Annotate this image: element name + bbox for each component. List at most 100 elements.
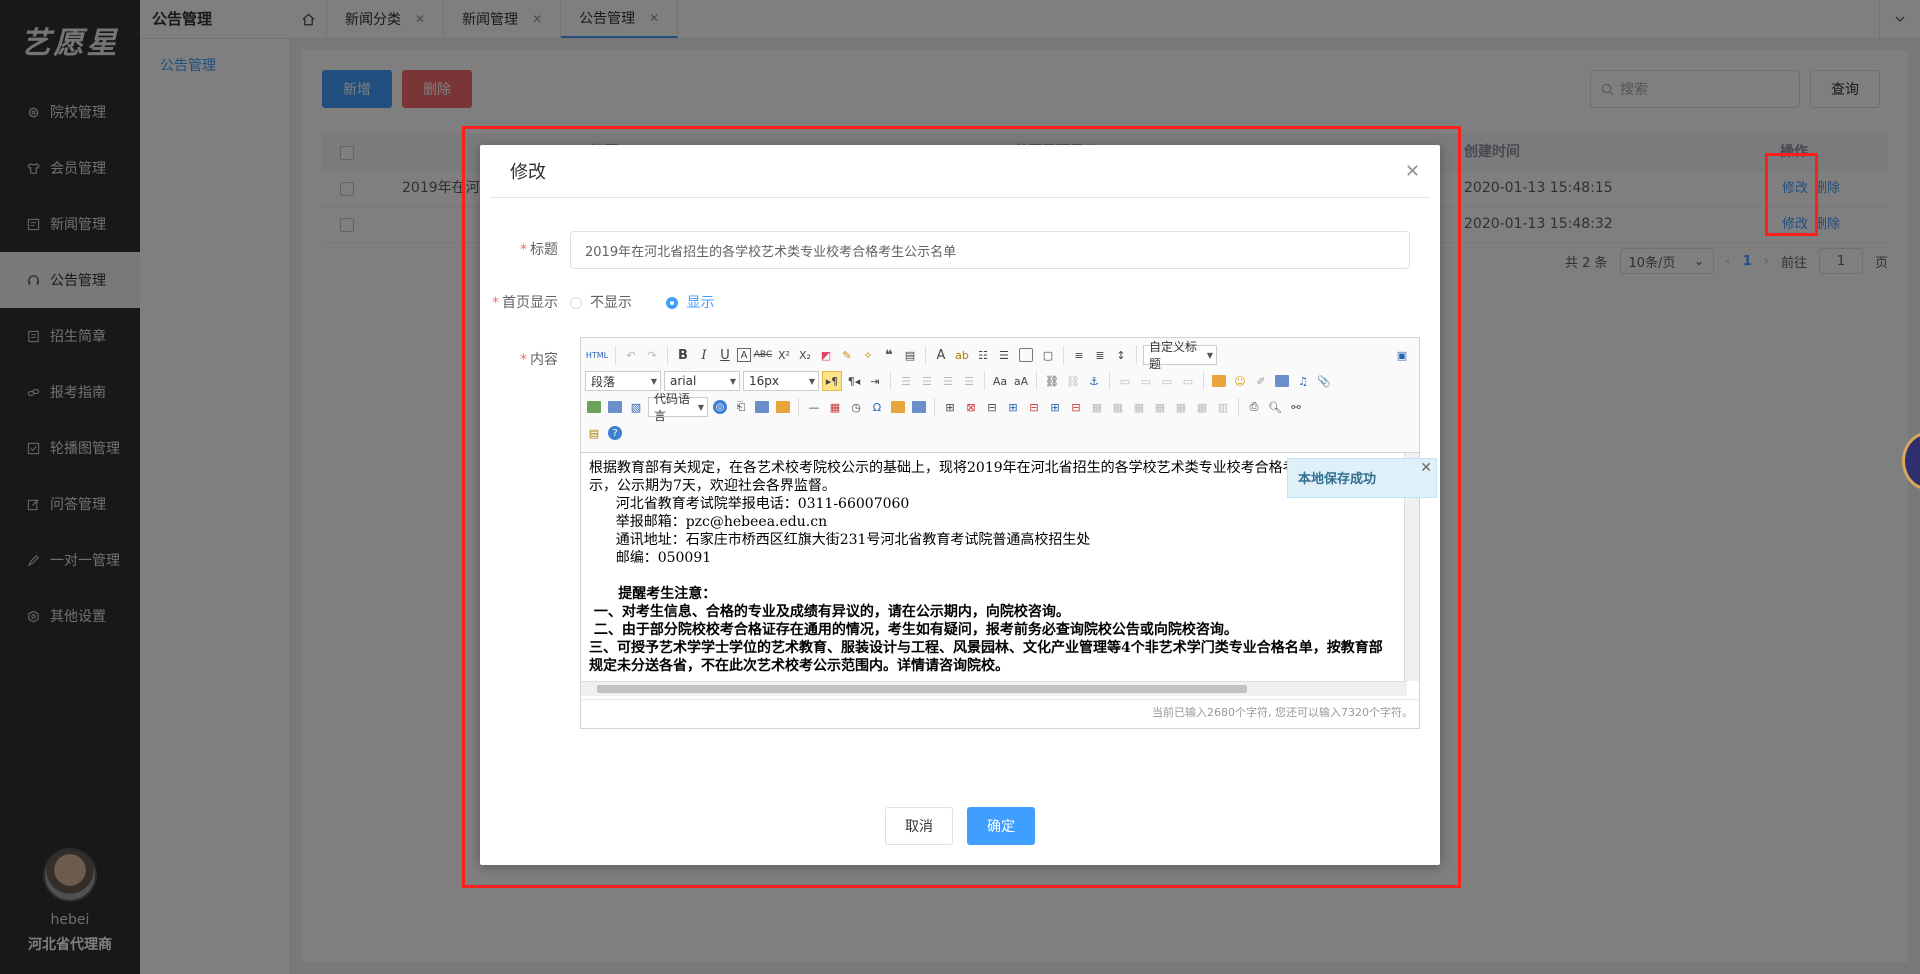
template-icon[interactable] [755,401,769,413]
fullscreen-icon[interactable]: ▣ [1393,346,1411,364]
font-family-select[interactable]: arial ▼ [664,371,740,391]
rtl-icon[interactable]: ¶◂ [845,372,863,390]
image-icon[interactable] [1212,375,1226,387]
paragraph-select[interactable]: 段落 ▼ [585,371,661,391]
radio-hide[interactable]: 不显示 [570,293,632,313]
attachment-icon[interactable]: 📎 [1315,372,1333,390]
link-icon[interactable]: ⛓ [1043,372,1061,390]
title-input-value: 2019年在河北省招生的各学校艺术类专业校考合格考生公示名单 [585,244,957,260]
strikethrough-icon[interactable]: ABC [754,346,772,364]
font-border-icon[interactable]: A [737,348,751,362]
subscript-icon[interactable]: X₂ [796,346,814,364]
image-right-icon[interactable]: ▭ [1158,372,1176,390]
font-size-select[interactable]: 16px ▼ [743,371,819,391]
confirm-button[interactable]: 确定 [967,807,1035,845]
help-icon[interactable]: ? [608,426,622,440]
indent-icon[interactable]: ⇥ [866,372,884,390]
draft-icon[interactable]: ▤ [585,424,603,442]
image-center-icon[interactable]: ▭ [1179,372,1197,390]
editor-content[interactable]: 根据教育部有关规定，在各艺术校考院校公示的基础上，现将2019年在河北省招生的各… [581,453,1397,681]
horizontal-rule-icon[interactable]: — [805,398,823,416]
merge-down-icon[interactable]: ▦ [1130,398,1148,416]
close-icon[interactable]: ✕ [1405,161,1430,182]
ordered-list-icon[interactable]: ☷ [974,346,992,364]
select-value: arial [670,374,697,388]
blockquote-icon[interactable]: ❝ [880,346,898,364]
page-break-icon[interactable]: ⎗ [732,398,750,416]
split-cells-icon[interactable]: ▦ [1151,398,1169,416]
insert-frame-icon[interactable]: ▧ [627,398,645,416]
unordered-list-icon[interactable]: ☰ [995,346,1013,364]
background-icon[interactable] [776,401,790,413]
map-icon[interactable] [587,401,601,413]
align-left-icon[interactable]: ☰ [897,372,915,390]
date-icon[interactable]: ▦ [826,398,844,416]
unlink-icon[interactable]: ⛓ [1064,372,1082,390]
align-center-icon[interactable]: ☰ [918,372,936,390]
horizontal-scrollbar[interactable] [581,681,1407,696]
time-icon[interactable]: ◷ [847,398,865,416]
row-spacing-bottom-icon[interactable]: ≣ [1091,346,1109,364]
ltr-icon[interactable]: ▸¶ [822,371,842,391]
lowercase-icon[interactable]: aA [1012,372,1030,390]
insert-row-icon[interactable]: ⊞ [1004,398,1022,416]
format-brush-icon[interactable]: ✎ [838,346,856,364]
line-height-icon[interactable]: ↕ [1112,346,1130,364]
insert-table-icon[interactable]: ⊞ [941,398,959,416]
video-icon[interactable] [1275,375,1289,387]
webapp-icon[interactable]: ◎ [713,400,727,414]
uppercase-icon[interactable]: Aa [991,372,1009,390]
preview-icon[interactable]: 🔍︎ [1266,398,1284,416]
underline-icon[interactable]: U [716,346,734,364]
redo-icon[interactable]: ↷ [643,346,661,364]
title-input[interactable]: 2019年在河北省招生的各学校艺术类专业校考合格考生公示名单 [570,231,1410,269]
eraser-icon[interactable]: ◩ [817,346,835,364]
edit-tip-icon[interactable] [912,401,926,413]
align-right-icon[interactable]: ☰ [939,372,957,390]
special-char-icon[interactable]: Ω [868,398,886,416]
delete-row-icon[interactable]: ⊟ [1025,398,1043,416]
delete-table-icon[interactable]: ⊠ [962,398,980,416]
image-left-icon[interactable]: ▭ [1137,372,1155,390]
scrawl-icon[interactable]: ✐ [1252,372,1270,390]
gmap-icon[interactable] [608,401,622,413]
music-icon[interactable]: ♫ [1294,372,1312,390]
auto-format-icon[interactable]: ✧ [859,346,877,364]
italic-icon[interactable]: I [695,346,713,364]
delete-col-icon[interactable]: ⊟ [1067,398,1085,416]
edit-links-highlight-box [1765,153,1818,236]
html-source-button[interactable]: HTML [585,346,609,364]
close-icon[interactable]: ✕ [1420,460,1432,476]
scrollbar-thumb[interactable] [597,685,1247,693]
content-paragraph [589,567,1389,585]
select-all-icon[interactable] [1019,348,1033,362]
cancel-button[interactable]: 取消 [885,807,953,845]
undo-icon[interactable]: ↶ [622,346,640,364]
insert-col-icon[interactable]: ⊞ [1046,398,1064,416]
paste-plain-icon[interactable]: ▤ [901,346,919,364]
image-none-icon[interactable]: ▭ [1116,372,1134,390]
highlight-color-icon[interactable]: ab [953,346,971,364]
split-cols-icon[interactable]: ▦ [1193,398,1211,416]
word-image-icon[interactable] [891,401,905,413]
custom-title-select[interactable]: 自定义标题 ▼ [1143,340,1217,371]
anchor-icon[interactable]: ⚓ [1085,372,1103,390]
merge-right-icon[interactable]: ▦ [1109,398,1127,416]
content-paragraph: 二、由于部分院校校考合格证存在通用的情况，考生如有疑问，报考前务必查询院校公告或… [589,622,1238,638]
chart-icon[interactable]: ▥ [1214,398,1232,416]
content-paragraph: 邮编：050091 [589,550,712,566]
split-rows-icon[interactable]: ▦ [1172,398,1190,416]
align-justify-icon[interactable]: ☰ [960,372,978,390]
code-language-select[interactable]: 代码语言 ▼ [648,392,708,423]
radio-show[interactable]: 显示 [666,293,714,313]
bold-icon[interactable]: B [674,346,692,364]
search-replace-icon[interactable]: ⚯ [1287,398,1305,416]
clear-doc-icon[interactable]: ▢ [1039,346,1057,364]
font-color-icon[interactable]: A [932,346,950,364]
insert-paragraph-icon[interactable]: ⊟ [983,398,1001,416]
emotion-icon[interactable]: ☺ [1231,372,1249,390]
superscript-icon[interactable]: X² [775,346,793,364]
merge-cells-icon[interactable]: ▦ [1088,398,1106,416]
row-spacing-top-icon[interactable]: ≡ [1070,346,1088,364]
print-icon[interactable]: ⎙ [1245,398,1263,416]
